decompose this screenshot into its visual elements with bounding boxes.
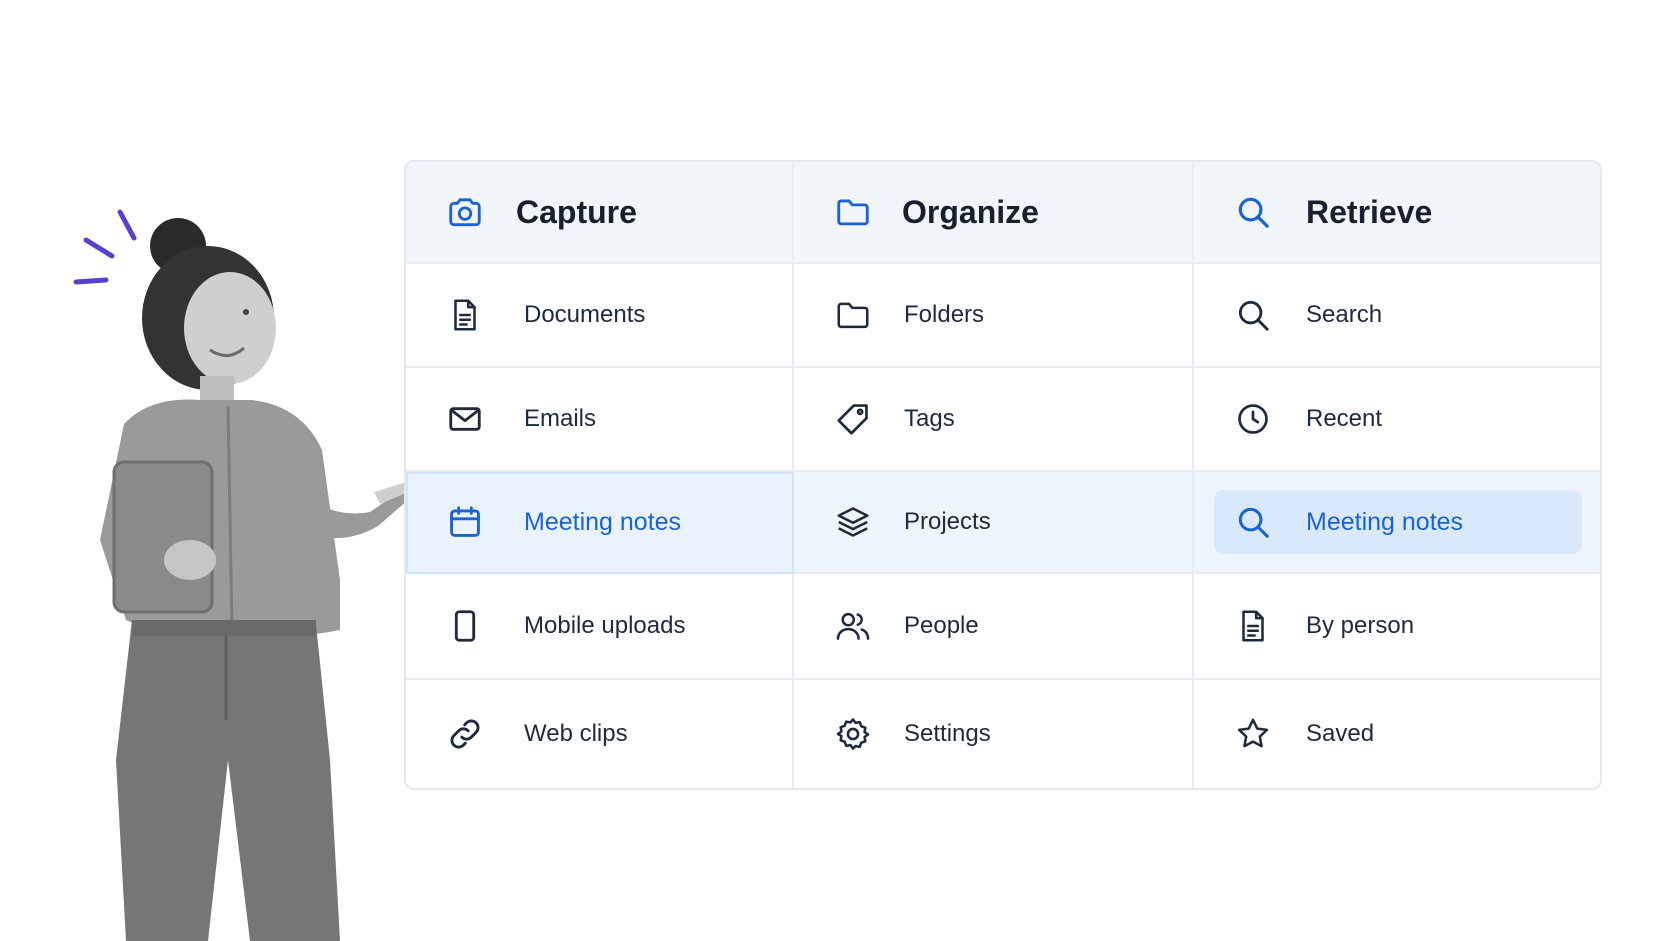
capture-item-web-clips[interactable]: Web clips [406, 680, 794, 788]
gear-icon [832, 713, 874, 755]
item-label: Search [1306, 301, 1383, 328]
item-label: Mobile uploads [524, 612, 686, 639]
item-label: Settings [904, 720, 991, 747]
retrieve-item-saved[interactable]: Saved [1194, 680, 1600, 788]
layers-icon [832, 501, 874, 543]
item-label: Projects [904, 508, 991, 535]
star-icon [1232, 713, 1274, 755]
search-icon [1232, 294, 1274, 336]
document-icon [1232, 605, 1274, 647]
item-label: People [904, 612, 979, 639]
retrieve-item-by-person[interactable]: By person [1194, 574, 1600, 680]
mail-icon [444, 398, 486, 440]
search-icon [1232, 191, 1274, 233]
item-label: Meeting notes [524, 507, 682, 536]
column-title: Organize [902, 193, 1039, 230]
item-label: Recent [1306, 405, 1383, 432]
column-title: Capture [516, 193, 637, 230]
tag-icon [832, 398, 874, 440]
column-header-retrieve: Retrieve [1194, 162, 1600, 264]
phone-icon [444, 605, 486, 647]
organize-item-folders[interactable]: Folders [794, 264, 1194, 368]
item-label: Emails [524, 405, 597, 432]
capture-item-emails[interactable]: Emails [406, 368, 794, 472]
retrieve-item-meeting-notes[interactable]: Meeting notes [1194, 472, 1600, 574]
attention-marks [73, 209, 137, 285]
item-label: Documents [524, 301, 646, 328]
clock-icon [1232, 398, 1274, 440]
item-label: Folders [904, 301, 985, 328]
camera-icon [444, 191, 486, 233]
feature-grid: Capture Organize Retrieve Documents Fold… [404, 160, 1602, 790]
document-icon [444, 294, 486, 336]
folder-icon [832, 191, 874, 233]
column-title: Retrieve [1306, 193, 1433, 230]
item-label: By person [1306, 612, 1415, 639]
folder-icon [832, 294, 874, 336]
item-label: Web clips [524, 720, 628, 747]
capture-item-documents[interactable]: Documents [406, 264, 794, 368]
organize-item-settings[interactable]: Settings [794, 680, 1194, 788]
search-icon [1232, 501, 1274, 543]
item-label: Tags [904, 405, 955, 432]
organize-item-projects[interactable]: Projects [794, 472, 1194, 574]
capture-item-mobile-uploads[interactable]: Mobile uploads [406, 574, 794, 680]
organize-item-tags[interactable]: Tags [794, 368, 1194, 472]
organize-item-people[interactable]: People [794, 574, 1194, 680]
person-illustration [73, 209, 408, 941]
item-label: Saved [1306, 720, 1375, 747]
column-header-capture: Capture [406, 162, 794, 264]
column-header-organize: Organize [794, 162, 1194, 264]
calendar-icon [444, 501, 486, 543]
capture-item-meeting-notes[interactable]: Meeting notes [406, 472, 794, 574]
link-icon [444, 713, 486, 755]
people-icon [832, 605, 874, 647]
retrieve-item-recent[interactable]: Recent [1194, 368, 1600, 472]
retrieve-item-search[interactable]: Search [1194, 264, 1600, 368]
item-label: Meeting notes [1306, 507, 1464, 536]
